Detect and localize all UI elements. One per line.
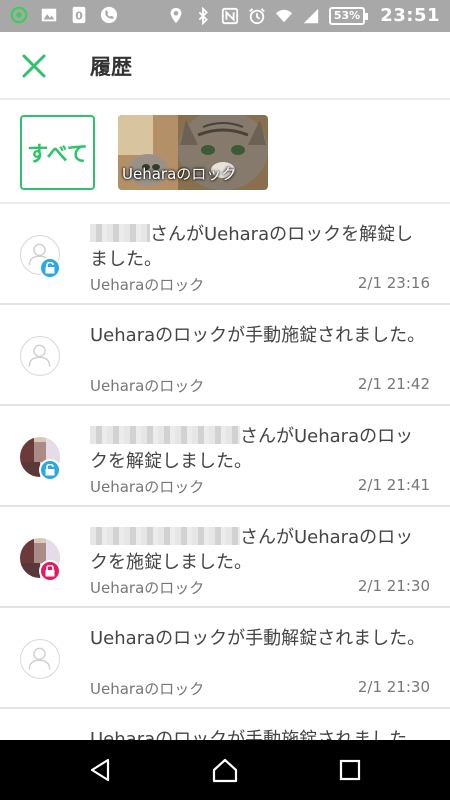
redacted-name <box>90 426 240 444</box>
list-item[interactable]: Ueharaのロックが手動施錠されました。 <box>0 709 450 740</box>
battery-indicator: 53% <box>328 6 369 25</box>
history-time: 2/1 21:30 <box>357 678 430 696</box>
filter-lock-label: Ueharaのロック <box>122 165 237 183</box>
history-lock-name: Ueharaのロック <box>90 680 205 698</box>
close-icon[interactable] <box>18 50 50 82</box>
recent-apps-icon[interactable] <box>336 756 364 784</box>
page-title: 履歴 <box>90 55 132 79</box>
svg-text:0: 0 <box>75 10 83 23</box>
phone-icon <box>100 6 118 24</box>
history-lock-name: Ueharaのロック <box>90 478 205 496</box>
filter-all-button[interactable]: すべて <box>20 115 95 190</box>
history-time: 2/1 21:30 <box>357 577 430 595</box>
history-lock-name: Ueharaのロック <box>90 276 205 294</box>
signal-icon <box>303 8 319 23</box>
unlocked-padlock-icon <box>39 459 61 481</box>
history-message: さんがUeharaのロックを施錠しました。 <box>90 527 414 573</box>
history-message: Ueharaのロックが手動解錠されました。 <box>90 628 426 649</box>
unlocked-padlock-icon <box>39 257 61 279</box>
list-item[interactable]: さんがUeharaのロックを解錠しました。 Ueharaのロック 2/1 23:… <box>0 204 450 305</box>
list-item[interactable]: Ueharaのロックが手動施錠されました。 Ueharaのロック 2/1 21:… <box>0 305 450 406</box>
filter-bar: すべて Ueharaのロック <box>0 102 450 204</box>
user-silhouette-icon <box>28 344 51 367</box>
history-time: 2/1 21:41 <box>357 476 430 494</box>
list-item[interactable]: さんがUeharaのロックを施錠しました。 Ueharaのロック 2/1 21:… <box>0 507 450 608</box>
filter-lock-button[interactable]: Ueharaのロック <box>118 115 268 190</box>
app-notification-icon <box>10 6 28 24</box>
image-notification-icon <box>41 8 57 22</box>
back-icon[interactable] <box>86 756 114 784</box>
navigation-bar <box>0 740 450 800</box>
redacted-name <box>90 224 150 242</box>
status-bar: 0 53% 23:51 <box>0 0 450 32</box>
history-lock-name: Ueharaのロック <box>90 579 205 597</box>
nfc-icon <box>221 7 238 24</box>
list-item[interactable]: さんがUeharaのロックを解錠しました。 Ueharaのロック 2/1 21:… <box>0 406 450 507</box>
history-time: 2/1 21:42 <box>357 375 430 393</box>
history-message: さんがUeharaのロックを解錠しました。 <box>90 426 414 472</box>
bluetooth-icon <box>198 6 208 25</box>
history-lock-name: Ueharaのロック <box>90 377 205 395</box>
history-time: 2/1 23:16 <box>357 274 430 292</box>
home-icon[interactable] <box>211 756 239 784</box>
history-message: Ueharaのロックが手動施錠されました。 <box>90 729 426 740</box>
list-item[interactable]: Ueharaのロックが手動解錠されました。 Ueharaのロック 2/1 21:… <box>0 608 450 709</box>
history-message: Ueharaのロックが手動施錠されました。 <box>90 325 426 346</box>
status-clock: 23:51 <box>380 5 440 26</box>
wifi-icon <box>275 9 292 22</box>
history-list: さんがUeharaのロックを解錠しました。 Ueharaのロック 2/1 23:… <box>0 204 450 740</box>
alarm-icon <box>249 7 265 24</box>
history-message: さんがUeharaのロックを解錠しました。 <box>90 224 414 270</box>
avatar <box>20 639 60 679</box>
sim-zero-icon: 0 <box>72 6 86 24</box>
location-icon <box>170 7 182 23</box>
locked-padlock-icon <box>39 560 61 582</box>
user-silhouette-icon <box>28 647 51 670</box>
app-bar: 履歴 <box>0 32 450 100</box>
redacted-name <box>90 527 240 545</box>
avatar <box>20 336 60 376</box>
